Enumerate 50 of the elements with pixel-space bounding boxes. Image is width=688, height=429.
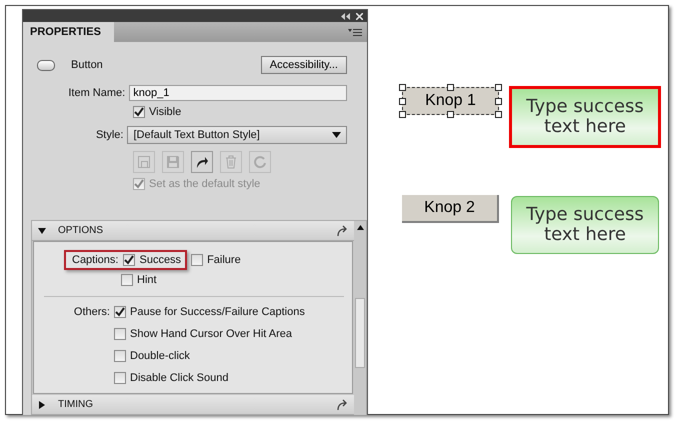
reset-icon <box>253 155 267 169</box>
stage-button[interactable]: Knop 2 <box>402 195 499 223</box>
option-label: Disable Click Sound <box>130 372 228 384</box>
option-checkbox[interactable] <box>114 328 126 340</box>
section-title: TIMING <box>58 399 94 410</box>
option-label: Show Hand Cursor Over Hit Area <box>130 328 292 340</box>
style-dropdown[interactable]: [Default Text Button Style] <box>127 126 347 144</box>
visible-checkbox[interactable] <box>133 106 145 118</box>
trash-icon <box>224 155 238 169</box>
item-name-label: Item Name: <box>67 87 126 99</box>
caption-checkbox[interactable] <box>121 274 133 286</box>
dropdown-arrow-icon <box>332 132 341 138</box>
collapse-icon[interactable] <box>341 12 350 20</box>
scroll-thumb[interactable] <box>355 298 365 368</box>
success-caption: Type success text here <box>511 196 659 254</box>
option-checkbox[interactable] <box>114 350 126 362</box>
caption-checkbox[interactable] <box>191 254 204 266</box>
stage-button[interactable]: Knop 1 <box>402 87 499 115</box>
success-caption: Type success text here <box>511 88 659 146</box>
scroll-up-icon[interactable] <box>356 225 364 230</box>
style-label: Style: <box>94 129 124 141</box>
reset-icon[interactable] <box>336 224 348 236</box>
resize-handle[interactable] <box>447 111 454 118</box>
others-label: Others: <box>74 306 110 318</box>
option-checkbox[interactable] <box>114 372 126 384</box>
section-header[interactable]: OPTIONS <box>32 221 354 241</box>
accessibility-button[interactable]: Accessibility... <box>260 56 347 74</box>
panel-tab[interactable]: PROPERTIES <box>23 22 114 42</box>
caption-checkbox[interactable] <box>123 254 136 266</box>
default-style-label: Set as the default style <box>149 178 260 190</box>
item-name-field[interactable]: knop_1 <box>129 85 347 101</box>
resize-handle[interactable] <box>447 84 454 91</box>
curved-arrow-icon <box>195 155 209 169</box>
apply-style-button[interactable] <box>191 151 213 173</box>
captions-label: Captions: <box>72 254 118 266</box>
object-type-label: Button <box>71 59 103 71</box>
menu-icon[interactable] <box>348 28 362 36</box>
section-title: OPTIONS <box>58 225 104 236</box>
option-checkbox[interactable] <box>114 306 126 318</box>
option-label: Pause for Success/Failure Captions <box>130 306 305 318</box>
reset-icon[interactable] <box>336 398 348 410</box>
caption-option-label: Failure <box>207 254 241 266</box>
option-label: Double-click <box>130 350 190 362</box>
button-shape-icon <box>37 60 55 70</box>
caption-option-label: Hint <box>137 274 157 286</box>
close-icon[interactable] <box>356 12 363 20</box>
visible-label: Visible <box>149 106 182 118</box>
caption-option-label: Success <box>139 254 182 266</box>
section-header[interactable]: TIMING <box>32 395 354 415</box>
new-style-icon <box>137 155 151 169</box>
